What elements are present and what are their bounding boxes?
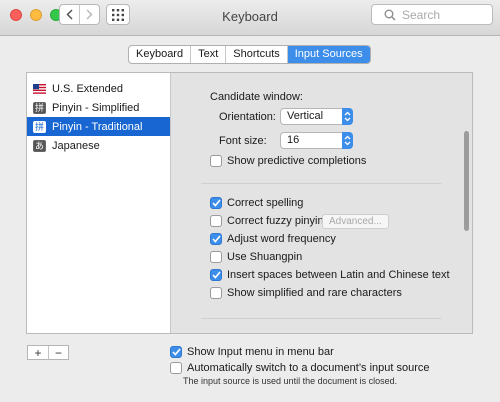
insert-spaces-checkbox[interactable]: Insert spaces between Latin and Chinese … <box>210 269 450 281</box>
input-source-label: Pinyin - Simplified <box>52 101 140 114</box>
input-source-label: Japanese <box>52 139 100 152</box>
checkmark-icon <box>170 346 182 358</box>
tab-text[interactable]: Text <box>191 46 227 63</box>
auto-switch-checkbox[interactable]: Automatically switch to a document’s inp… <box>170 362 430 374</box>
tab-keyboard[interactable]: Keyboard <box>129 46 192 63</box>
show-simplified-rare-checkbox[interactable]: Show simplified and rare characters <box>210 287 402 299</box>
checkbox-box <box>210 215 222 227</box>
correct-fuzzy-pinyin-checkbox[interactable]: Correct fuzzy pinyin <box>210 215 324 227</box>
advanced-button[interactable]: Advanced... <box>322 214 389 229</box>
list-controls: + − <box>27 345 69 360</box>
input-source-label: U.S. Extended <box>52 82 123 95</box>
add-input-source-button[interactable]: + <box>28 346 48 360</box>
tab-input-sources[interactable]: Input Sources <box>287 46 370 63</box>
font-size-value: 16 <box>287 134 300 146</box>
checkbox-label: Insert spaces between Latin and Chinese … <box>227 269 450 281</box>
font-size-label: Font size: <box>219 135 267 147</box>
pinyin-traditional-icon: 拼 <box>33 120 46 133</box>
checkbox-label: Use Shuangpin <box>227 251 303 263</box>
checkbox-box <box>210 251 222 263</box>
japanese-icon: あ <box>33 139 46 152</box>
input-source-japanese[interactable]: あ Japanese <box>27 136 170 155</box>
checkbox-box <box>210 155 222 167</box>
checkbox-label: Automatically switch to a document’s inp… <box>187 362 430 374</box>
orientation-label: Orientation: <box>219 111 276 123</box>
pinyin-simplified-icon: 拼 <box>33 101 46 114</box>
checkbox-label: Correct fuzzy pinyin <box>227 215 324 227</box>
input-source-us-extended[interactable]: U.S. Extended <box>27 79 170 98</box>
use-shuangpin-checkbox[interactable]: Use Shuangpin <box>210 251 302 263</box>
scrollbar-thumb[interactable] <box>464 131 469 231</box>
auto-switch-note: The input source is used until the docum… <box>183 376 398 386</box>
remove-input-source-button[interactable]: − <box>48 346 68 360</box>
divider <box>201 183 441 184</box>
settings-scrollbar[interactable] <box>462 73 472 333</box>
checkmark-icon <box>210 233 222 245</box>
tab-shortcuts[interactable]: Shortcuts <box>226 46 288 63</box>
input-source-list: U.S. Extended 拼 Pinyin - Simplified 拼 Pi… <box>27 73 171 333</box>
input-source-settings: Candidate window: Orientation: Vertical … <box>172 73 472 333</box>
correct-spelling-checkbox[interactable]: Correct spelling <box>210 197 303 209</box>
search-icon <box>384 9 396 21</box>
show-input-menu-checkbox[interactable]: Show Input menu in menu bar <box>170 346 334 358</box>
tab-bar: Keyboard Text Shortcuts Input Sources <box>128 45 371 64</box>
popup-arrows-icon <box>342 108 353 125</box>
show-predictive-checkbox[interactable]: Show predictive completions <box>210 155 366 167</box>
checkmark-icon <box>210 269 222 281</box>
input-source-pinyin-simplified[interactable]: 拼 Pinyin - Simplified <box>27 98 170 117</box>
checkbox-label: Show simplified and rare characters <box>227 287 402 299</box>
input-source-label: Pinyin - Traditional <box>52 120 143 133</box>
input-sources-panel: U.S. Extended 拼 Pinyin - Simplified 拼 Pi… <box>26 72 473 334</box>
checkbox-box <box>170 362 182 374</box>
divider <box>201 318 441 319</box>
font-size-popup[interactable]: 16 <box>280 132 353 149</box>
checkbox-label: Correct spelling <box>227 197 304 209</box>
search-placeholder: Search <box>402 7 441 22</box>
adjust-word-frequency-checkbox[interactable]: Adjust word frequency <box>210 233 336 245</box>
candidate-window-heading: Candidate window: <box>210 91 303 103</box>
input-source-pinyin-traditional[interactable]: 拼 Pinyin - Traditional <box>27 117 170 136</box>
title-bar: Keyboard Search <box>0 0 500 36</box>
popup-arrows-icon <box>342 132 353 149</box>
checkmark-icon <box>210 197 222 209</box>
checkbox-box <box>210 287 222 299</box>
orientation-value: Vertical <box>287 110 324 122</box>
us-flag-icon <box>33 83 46 95</box>
checkbox-label: Show predictive completions <box>227 155 367 167</box>
checkbox-label: Show Input menu in menu bar <box>187 346 334 358</box>
orientation-popup[interactable]: Vertical <box>280 108 353 125</box>
checkbox-label: Adjust word frequency <box>227 233 336 245</box>
search-field[interactable]: Search <box>371 4 493 25</box>
